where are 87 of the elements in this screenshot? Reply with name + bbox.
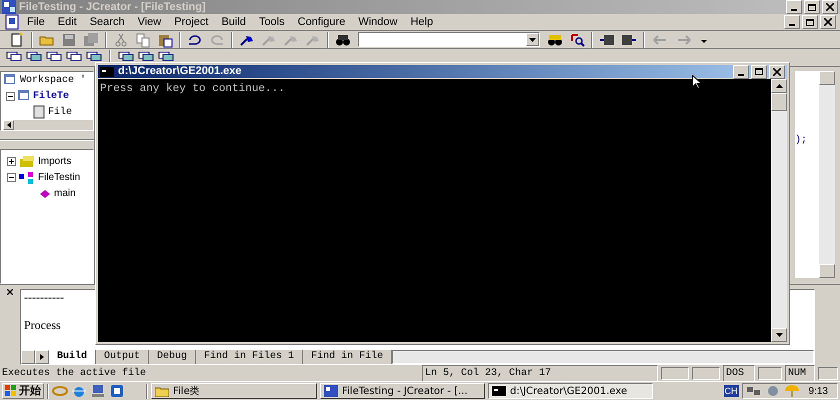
- window-layout-icon[interactable]: [158, 50, 174, 62]
- folder-icon: [155, 386, 169, 396]
- window-close-button[interactable]: [822, 0, 838, 14]
- close-icon: [773, 68, 781, 76]
- status-pane: [661, 366, 689, 380]
- code-text: );: [795, 135, 808, 146]
- console-text: Press any key to continue...: [100, 83, 285, 95]
- scroll-left-button[interactable]: [3, 120, 14, 130]
- tree-toggle[interactable]: [6, 92, 15, 100]
- menu-item[interactable]: File: [21, 16, 51, 28]
- menu-item[interactable]: View: [132, 16, 168, 28]
- clock: 9:13: [808, 384, 829, 398]
- new-file-icon[interactable]: [9, 32, 25, 48]
- dropdown-arrow-icon: [529, 38, 536, 42]
- app-icon: [2, 0, 16, 15]
- window-layout-icon[interactable]: [138, 50, 154, 62]
- file-icon[interactable]: [33, 104, 45, 120]
- computer-icon[interactable]: [90, 383, 106, 399]
- copy-icon[interactable]: [135, 32, 151, 48]
- desktop-icon[interactable]: [109, 383, 125, 399]
- output-tab[interactable]: Build: [49, 350, 96, 364]
- window-layout-icon[interactable]: [26, 50, 42, 62]
- app-icon: [324, 385, 338, 397]
- window-layout-icon[interactable]: [118, 50, 134, 62]
- start-button[interactable]: 开始: [2, 383, 44, 399]
- console-restore-button[interactable]: [751, 64, 767, 78]
- output-line: ----------: [24, 290, 64, 304]
- scroll-up-button[interactable]: [771, 79, 787, 93]
- taskbar-button[interactable]: FileTesting - JCreator - [...: [320, 383, 485, 399]
- tab-scroll-right-button[interactable]: [35, 350, 49, 364]
- menu-item[interactable]: Build: [215, 16, 252, 28]
- status-message: Executes the active file: [2, 366, 148, 380]
- menu-item[interactable]: Window: [352, 16, 404, 28]
- windows-logo-icon: [5, 385, 17, 397]
- down-arrow-icon: [776, 333, 782, 337]
- menu-item[interactable]: Tools: [252, 16, 291, 28]
- up-arrow-icon: [776, 84, 782, 88]
- class-icon[interactable]: [18, 170, 36, 186]
- window-minimize-button[interactable]: [786, 0, 802, 14]
- window-layout-icon[interactable]: [6, 50, 22, 62]
- scroll-thumb[interactable]: [771, 93, 787, 111]
- taskbar-button[interactable]: File类: [151, 383, 317, 399]
- search-combobox[interactable]: [358, 32, 540, 47]
- scroll-down-button[interactable]: [771, 328, 787, 342]
- replace-icon[interactable]: [569, 32, 585, 48]
- menu-item[interactable]: Configure: [292, 16, 352, 28]
- document-minimize-button[interactable]: [784, 15, 800, 29]
- menu-item[interactable]: Edit: [52, 16, 83, 28]
- umbrella-icon[interactable]: [784, 383, 800, 399]
- document-icon: [4, 14, 20, 30]
- document-close-button[interactable]: [820, 15, 836, 29]
- tree-item[interactable]: Imports: [38, 156, 72, 168]
- right-arrow-icon: [40, 354, 44, 360]
- status-pane: [692, 366, 720, 380]
- tree-item[interactable]: Workspace ': [20, 74, 86, 86]
- status-pane: [758, 366, 782, 380]
- close-icon: [826, 3, 834, 11]
- menu-item[interactable]: Search: [84, 16, 131, 28]
- tree-item[interactable]: FileTe: [33, 90, 70, 102]
- code-editor[interactable]: );: [795, 71, 819, 278]
- horizontal-scrollbar[interactable]: [392, 350, 814, 364]
- tree-item[interactable]: FileTestin: [38, 172, 80, 184]
- window-restore-button[interactable]: [804, 0, 820, 14]
- tree-item[interactable]: main: [54, 188, 76, 200]
- tree-toggle[interactable]: [7, 173, 16, 182]
- output-line: Process: [24, 318, 61, 332]
- console-minimize-button[interactable]: [733, 64, 749, 78]
- console-close-button[interactable]: [769, 64, 785, 78]
- window-layout-icon[interactable]: [46, 50, 62, 62]
- window-layout-icon[interactable]: [86, 50, 102, 62]
- left-arrow-icon: [6, 122, 10, 128]
- tab-scroll-left-button[interactable]: [21, 350, 35, 364]
- window-layout-icon[interactable]: [66, 50, 82, 62]
- tree-item[interactable]: File: [48, 106, 72, 118]
- language-indicator[interactable]: CH: [724, 385, 739, 397]
- console-title: d:\JCreator\GE2001.exe: [118, 66, 242, 77]
- status-pane: [818, 366, 838, 380]
- menu-item[interactable]: Help: [404, 16, 440, 28]
- close-icon[interactable]: [7, 289, 13, 295]
- close-icon: [824, 18, 832, 26]
- taskbar-button[interactable]: d:\JCreator\GE2001.exe: [488, 383, 653, 399]
- tree-toggle[interactable]: [7, 157, 16, 166]
- console-icon: [100, 66, 114, 76]
- console-icon: [492, 386, 506, 396]
- menu-item[interactable]: Project: [168, 16, 214, 28]
- window-title: FileTesting - JCreator - [FileTesting]: [19, 2, 206, 12]
- document-restore-button[interactable]: [802, 15, 818, 29]
